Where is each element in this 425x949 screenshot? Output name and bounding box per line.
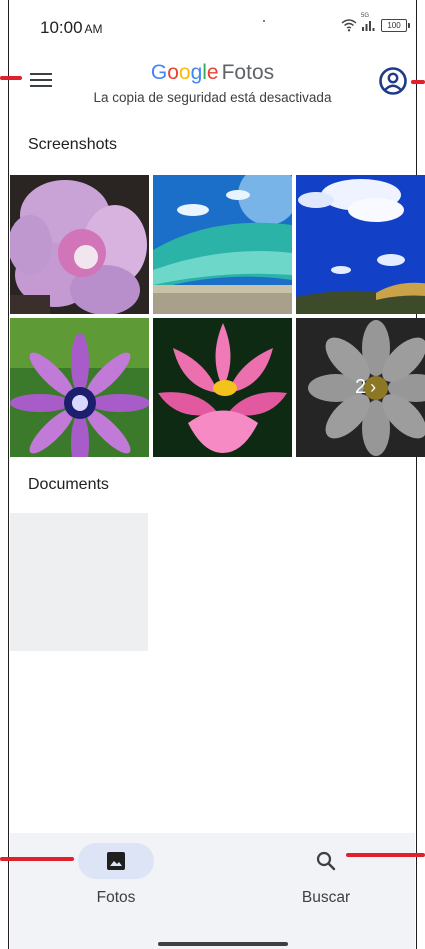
app-bar: Google Fotos La copia de seguridad está d…	[10, 58, 415, 112]
cell-signal-icon	[362, 21, 375, 31]
brand-letter: o	[178, 61, 191, 84]
annotation-marker-menu	[0, 76, 22, 80]
photo-thumbnail[interactable]	[296, 175, 425, 314]
screenshots-grid: 2 ›	[10, 175, 425, 457]
menu-line	[30, 85, 52, 87]
photo-thumbnail[interactable]	[153, 318, 292, 457]
app-title: Google Fotos	[10, 61, 415, 85]
cell-signal-group: 5G	[361, 13, 377, 32]
search-icon	[316, 851, 336, 871]
section-title-screenshots: Screenshots	[28, 136, 117, 153]
section-title-documents: Documents	[28, 476, 109, 493]
brand-letter: o	[167, 61, 179, 84]
nav-label-buscar: Buscar	[301, 889, 351, 906]
backup-status-text: La copia de seguridad está desactivada	[93, 90, 332, 105]
ocean-wave-image	[153, 175, 292, 314]
brand-letter: g	[190, 61, 203, 84]
photo-thumbnail[interactable]	[153, 175, 292, 314]
photo-thumbnail-more[interactable]: 2 ›	[296, 318, 425, 457]
brand-letter: e	[206, 61, 219, 84]
battery-icon: 100	[381, 18, 410, 32]
annotation-marker-account	[411, 80, 425, 84]
nav-item-fotos[interactable]: Fotos	[46, 843, 186, 913]
gesture-navigation-bar[interactable]	[158, 942, 288, 946]
battery-level: 100	[387, 20, 401, 30]
network-type-label: 5G	[361, 13, 370, 19]
photo-thumbnail[interactable]	[10, 175, 149, 314]
chevron-right-icon: ›	[370, 377, 377, 397]
device-frame-right	[416, 0, 425, 949]
status-dot	[263, 20, 265, 22]
device-frame-left	[0, 0, 9, 949]
status-time: 10:00 AM	[40, 18, 103, 38]
account-circle-icon[interactable]	[378, 66, 408, 96]
status-bar: 10:00 AM 5G 100	[10, 0, 415, 40]
brand-letter: G	[150, 61, 168, 84]
blue-sky-clouds-image	[296, 175, 425, 314]
annotation-marker-fotos	[0, 857, 74, 861]
more-photos-overlay: 2 ›	[296, 318, 425, 457]
phone-screen: 10:00 AM 5G 100 Google Fotos La copia de…	[10, 0, 425, 949]
annotation-marker-buscar	[346, 853, 425, 857]
wifi-icon	[341, 19, 357, 32]
nav-label-fotos: Fotos	[96, 889, 136, 906]
purple-daisy-image	[10, 318, 149, 457]
pink-lotus-image	[153, 318, 292, 457]
status-time-value: 10:00	[40, 18, 83, 37]
photo-icon	[107, 852, 125, 870]
pink-flower-image	[10, 175, 149, 314]
status-icons: 5G 100	[341, 13, 410, 34]
photo-thumbnail[interactable]	[10, 318, 149, 457]
bottom-navigation: Fotos Buscar	[10, 833, 415, 949]
more-photos-count: 2	[354, 376, 367, 398]
nav-active-indicator	[78, 843, 154, 879]
brand-product-name: Fotos	[221, 61, 275, 84]
status-time-ampm: AM	[84, 22, 103, 36]
nav-icon-container	[288, 843, 364, 879]
document-thumbnail-placeholder[interactable]	[10, 513, 148, 651]
